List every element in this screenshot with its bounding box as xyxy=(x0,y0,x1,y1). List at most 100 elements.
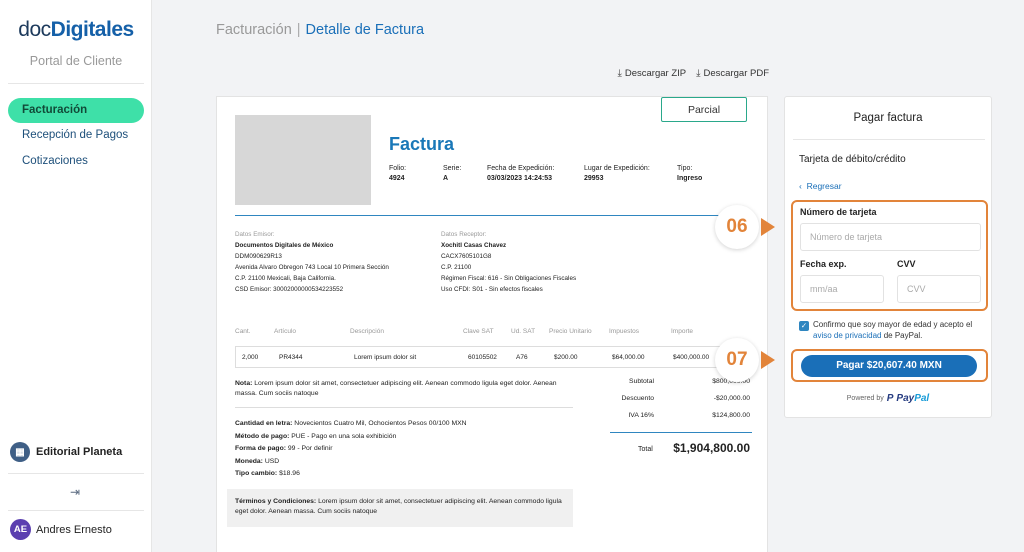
table-cell: $200.00 xyxy=(554,354,578,361)
organization-name: Editorial Planeta xyxy=(36,446,123,458)
meta-folio: Folio: 4924 xyxy=(389,164,406,184)
pay-button-highlight: Pagar $20,607.40 MXN xyxy=(791,349,988,382)
grand-total-value: $1,904,800.00 xyxy=(673,441,750,455)
cvv-label: CVV xyxy=(897,259,916,269)
invoice-title: Factura xyxy=(389,134,455,154)
total-value: -$20,000.00 xyxy=(713,395,750,402)
paypal-logo-pay: Pay xyxy=(896,393,915,404)
total-label: Descuento xyxy=(621,395,655,402)
terms-label: Términos y Condiciones: xyxy=(235,498,317,505)
callout-step-07: 07 xyxy=(715,338,759,382)
meta-value: 03/03/2023 14:24:53 xyxy=(487,175,552,182)
detail-row: Forma de pago: 99 - Por definir xyxy=(235,443,467,456)
expiry-label: Fecha exp. xyxy=(800,259,847,269)
emisor-line: C.P. 21100 Mexicali, Baja California. xyxy=(235,275,336,282)
payment-method-label: Tarjeta de débito/crédito xyxy=(799,154,906,165)
detail-label: Tipo cambio: xyxy=(235,470,278,477)
sidebar-divider xyxy=(8,473,144,474)
download-pdf-label: Descargar PDF xyxy=(703,68,769,79)
payment-panel: Pagar factura Tarjeta de débito/crédito … xyxy=(784,96,992,418)
detail-row: Tipo cambio: $18.96 xyxy=(235,468,467,481)
card-number-input[interactable] xyxy=(800,223,981,251)
receptor-label: Datos Receptor: xyxy=(441,231,487,238)
table-cell: 2,000 xyxy=(242,354,259,361)
total-label: IVA 16% xyxy=(628,412,654,419)
consent-checkbox[interactable]: ✓ xyxy=(799,321,809,331)
detail-label: Forma de pago: xyxy=(235,445,286,452)
download-zip-label: Descargar ZIP xyxy=(624,68,687,79)
download-zip-button[interactable]: ⤓ Descargar ZIP xyxy=(617,68,686,79)
column-header: Impuestos xyxy=(609,328,639,335)
column-header: Ud. SAT xyxy=(511,328,536,335)
cvv-input[interactable] xyxy=(897,275,981,303)
column-header: Descripción xyxy=(350,328,384,335)
company-logo-placeholder xyxy=(235,115,371,205)
meta-serie: Serie: A xyxy=(443,164,461,184)
detail-row: Cantidad en letra: Novecientos Cuatro Mi… xyxy=(235,418,467,431)
terms-and-conditions: Términos y Condiciones: Lorem ipsum dolo… xyxy=(227,489,573,527)
receptor-line: CACX7605101G8 xyxy=(441,253,492,260)
user-name: Andres Ernesto xyxy=(36,523,112,536)
breadcrumb-parent[interactable]: Facturación xyxy=(216,22,292,38)
meta-label: Tipo: xyxy=(677,165,693,172)
column-header: Precio Unitario xyxy=(549,328,592,335)
emisor-line: Avenida Alvaro Obregon 743 Local 10 Prim… xyxy=(235,264,389,271)
paypal-logo-pal: Pal xyxy=(914,393,930,404)
portal-subtitle: Portal de Cliente xyxy=(29,54,123,68)
sidebar-item-cotizaciones[interactable]: Cotizaciones xyxy=(8,149,144,174)
table-cell: 60105502 xyxy=(468,354,497,361)
detail-row: Método de pago: PUE - Pago en una sola e… xyxy=(235,431,467,444)
pay-button[interactable]: Pagar $20,607.40 MXN xyxy=(801,355,977,377)
emisor-label: Datos Emisor: xyxy=(235,231,275,238)
sidebar-item-recepcion-pagos[interactable]: Recepción de Pagos xyxy=(8,123,144,148)
meta-lugar: Lugar de Expedición: 29953 xyxy=(584,164,650,184)
logo-digitales-text: Digitales xyxy=(50,18,135,41)
note-text: Lorem ipsum dolor sit amet, consectetuer… xyxy=(235,380,557,397)
detail-label: Moneda: xyxy=(235,457,263,465)
meta-value: A xyxy=(443,175,449,182)
receptor-name: Xochitl Casas Chavez xyxy=(441,242,507,249)
consent-post: de PayPal. xyxy=(881,331,923,340)
paypal-icon: P xyxy=(886,393,894,404)
column-header: Clave SAT xyxy=(463,328,494,335)
back-link[interactable]: ‹ Regresar xyxy=(799,181,842,191)
table-cell: $64,000.00 xyxy=(612,354,645,361)
payment-title: Pagar factura xyxy=(853,112,923,124)
meta-label: Fecha de Expedición: xyxy=(487,165,555,172)
sidebar: docDigitales Portal de Cliente Facturaci… xyxy=(0,0,152,552)
logo[interactable]: docDigitales xyxy=(0,18,152,42)
avatar: AE xyxy=(10,519,31,540)
download-pdf-button[interactable]: ⤓ Descargar PDF xyxy=(696,68,769,79)
divider xyxy=(793,139,985,140)
powered-by-paypal: Powered by P PayPal xyxy=(785,393,991,404)
meta-tipo: Tipo: Ingreso xyxy=(677,164,702,184)
breadcrumb-current: Detalle de Factura xyxy=(305,22,425,38)
detail-value: USD xyxy=(264,457,280,465)
total-value: $124,800.00 xyxy=(712,412,750,419)
emisor-line: DDM090629R13 xyxy=(235,253,282,260)
status-badge: Parcial xyxy=(661,97,747,122)
table-row: 2,000 PR4344 Lorem ipsum dolor sit 60105… xyxy=(235,346,753,368)
detail-value: $18.96 xyxy=(279,470,300,477)
consent-pre: Confirmo que soy mayor de edad y acepto … xyxy=(813,320,973,329)
detail-row: Moneda: USD xyxy=(235,456,467,469)
meta-label: Folio: xyxy=(389,165,407,172)
divider xyxy=(610,432,752,433)
table-cell: PR4344 xyxy=(279,354,303,361)
logout-icon[interactable]: ⇥ xyxy=(68,485,82,499)
detail-value: 99 - Por definir xyxy=(287,445,333,452)
total-label: Subtotal xyxy=(629,378,654,385)
receptor-line: Uso CFDI: S01 - Sin efectos fiscales xyxy=(441,286,543,293)
arrow-icon xyxy=(761,351,775,369)
expiry-input[interactable] xyxy=(800,275,884,303)
receptor-block: Datos Receptor: Xochitl Casas Chavez CAC… xyxy=(441,229,576,295)
sidebar-divider xyxy=(8,510,144,511)
meta-value: 4924 xyxy=(389,175,405,182)
discount-row: Descuento -$20,000.00 xyxy=(612,395,751,412)
user-profile[interactable]: AE Andres Ernesto xyxy=(10,519,112,540)
sidebar-item-facturacion[interactable]: Facturación xyxy=(8,98,144,123)
privacy-link[interactable]: aviso de privacidad xyxy=(813,331,881,340)
payment-details: Cantidad en letra: Novecientos Cuatro Mi… xyxy=(235,418,467,481)
tax-row: IVA 16% $124,800.00 xyxy=(612,412,750,429)
organization[interactable]: ▦ Editorial Planeta xyxy=(10,442,122,462)
